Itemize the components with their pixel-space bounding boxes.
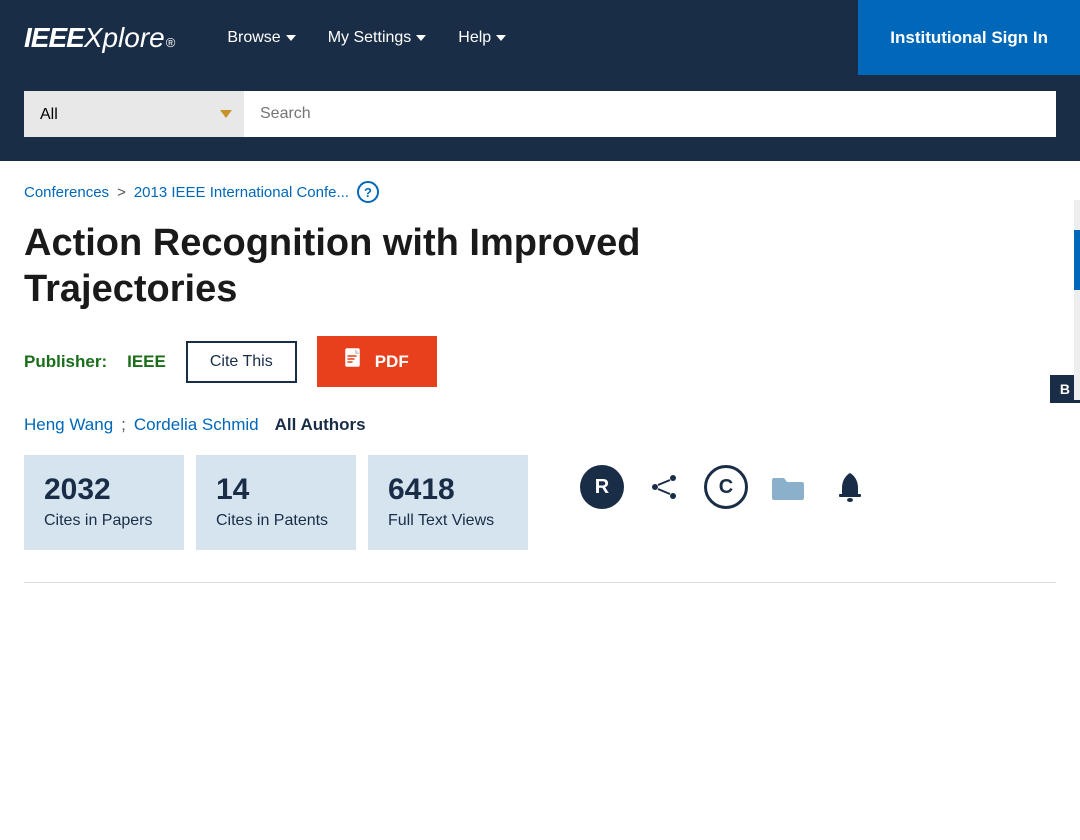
metric-cites-papers[interactable]: 2032 Cites in Papers	[24, 455, 184, 550]
breadcrumb-conference[interactable]: 2013 IEEE International Confe...	[134, 184, 349, 201]
publisher-label: Publisher:	[24, 352, 107, 372]
author-separator: ;	[121, 415, 126, 435]
scroll-bar	[1074, 200, 1080, 400]
cites-papers-number: 2032	[44, 473, 164, 507]
breadcrumb: Conferences > 2013 IEEE International Co…	[24, 181, 1056, 203]
logo-registered: ®	[166, 35, 176, 50]
full-text-views-number: 6418	[388, 473, 508, 507]
sign-in-button[interactable]: Institutional Sign In	[858, 0, 1080, 75]
cite-this-button[interactable]: Cite This	[186, 341, 297, 383]
content-divider	[24, 582, 1056, 583]
pdf-label: PDF	[375, 352, 409, 372]
header: IEEE Xplore ® Browse My Settings Help In…	[0, 0, 1080, 75]
nav-browse[interactable]: Browse	[215, 21, 307, 55]
breadcrumb-conferences[interactable]: Conferences	[24, 184, 109, 201]
metrics-and-actions: 2032 Cites in Papers 14 Cites in Patents…	[24, 455, 1056, 574]
search-select-wrapper: All Journals Conferences Books Standards…	[24, 91, 244, 137]
nav-my-settings[interactable]: My Settings	[316, 21, 439, 55]
help-chevron-icon	[496, 35, 506, 41]
all-authors-button[interactable]: All Authors	[275, 415, 366, 435]
copyright-icon[interactable]: C	[704, 465, 748, 509]
logo-ieee: IEEE	[24, 22, 84, 54]
cites-papers-label: Cites in Papers	[44, 512, 153, 529]
research-gate-icon[interactable]: R	[580, 465, 624, 509]
pdf-icon	[345, 348, 365, 375]
author-cordelia-schmid[interactable]: Cordelia Schmid	[134, 415, 259, 435]
publisher-name: IEEE	[127, 352, 166, 372]
breadcrumb-separator: >	[117, 184, 126, 201]
settings-chevron-icon	[416, 35, 426, 41]
logo-xplore: Xplore	[84, 22, 165, 54]
metric-full-text-views[interactable]: 6418 Full Text Views	[368, 455, 528, 550]
main-content: Conferences > 2013 IEEE International Co…	[0, 161, 1080, 583]
nav-help[interactable]: Help	[446, 21, 518, 55]
article-title: Action Recognition with Improved Traject…	[24, 221, 824, 312]
full-text-views-label: Full Text Views	[388, 512, 494, 529]
alert-icon[interactable]	[828, 465, 872, 509]
metrics-row: 2032 Cites in Papers 14 Cites in Patents…	[24, 455, 540, 550]
cites-patents-label: Cites in Patents	[216, 512, 328, 529]
search-input[interactable]	[244, 91, 1056, 137]
browse-chevron-icon	[286, 35, 296, 41]
scroll-thumb	[1074, 230, 1080, 290]
folder-icon[interactable]	[766, 465, 810, 509]
share-icon[interactable]	[642, 465, 686, 509]
logo: IEEE Xplore ®	[24, 22, 175, 54]
pdf-button[interactable]: PDF	[317, 336, 437, 387]
cites-patents-number: 14	[216, 473, 336, 507]
authors-row: Heng Wang ; Cordelia Schmid All Authors	[24, 415, 1056, 435]
breadcrumb-help-icon[interactable]: ?	[357, 181, 379, 203]
metric-cites-patents[interactable]: 14 Cites in Patents	[196, 455, 356, 550]
author-heng-wang[interactable]: Heng Wang	[24, 415, 113, 435]
publisher-row: Publisher: IEEE Cite This PDF	[24, 336, 1056, 387]
search-area: All Journals Conferences Books Standards…	[0, 75, 1080, 161]
action-icons: R C	[580, 465, 872, 509]
search-category-select[interactable]: All Journals Conferences Books Standards…	[24, 91, 244, 137]
